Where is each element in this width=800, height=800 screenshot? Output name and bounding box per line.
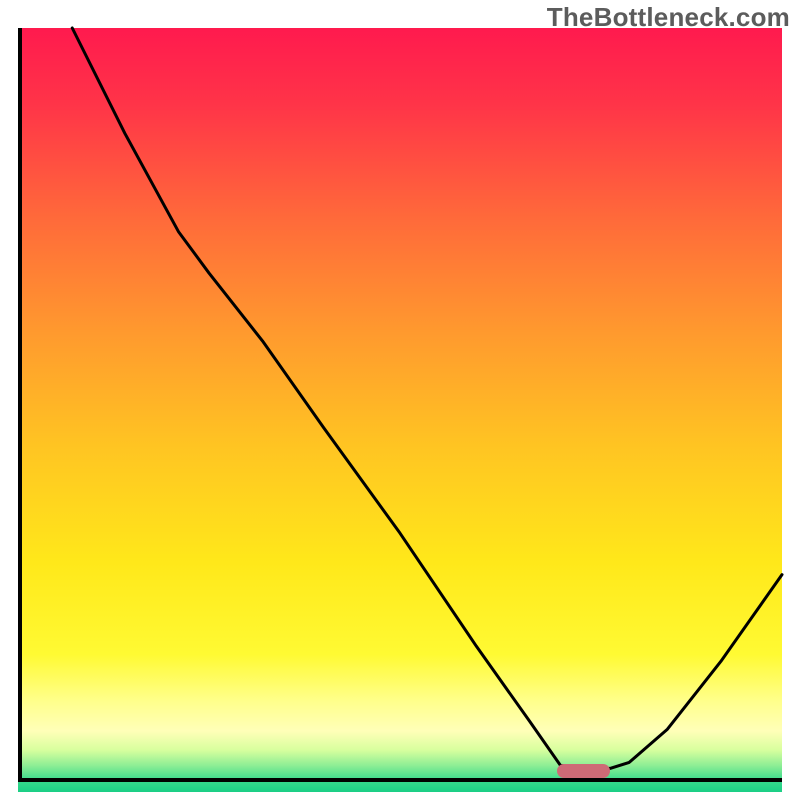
- optimal-range-marker: [557, 764, 610, 778]
- x-axis: [18, 778, 782, 782]
- chart-canvas: TheBottleneck.com: [0, 0, 800, 800]
- bottleneck-curve: [18, 28, 782, 782]
- plot-area: [18, 28, 782, 782]
- y-axis: [18, 28, 22, 782]
